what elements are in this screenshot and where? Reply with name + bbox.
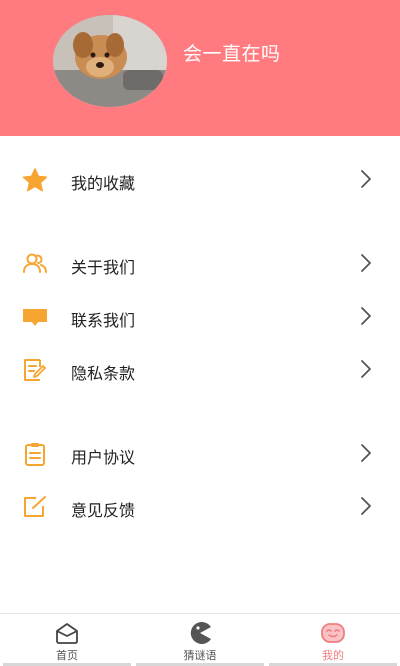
- profile-header: 会一直在吗: [0, 0, 400, 136]
- tab-home[interactable]: 首页: [3, 614, 131, 666]
- menu-item-label: 关于我们: [71, 258, 136, 277]
- message-icon: [22, 305, 48, 329]
- tab-label: 猜谜语: [183, 649, 217, 662]
- chevron-right-icon: [358, 495, 374, 517]
- smiley-icon: [320, 621, 346, 645]
- menu-item-favorites[interactable]: 我的收藏: [0, 160, 400, 200]
- document-edit-icon: [22, 358, 48, 382]
- clipboard-icon: [22, 442, 48, 466]
- chevron-right-icon: [358, 442, 374, 464]
- menu-item-about[interactable]: 关于我们: [0, 244, 400, 284]
- menu-item-label: 隐私条款: [71, 364, 136, 383]
- menu-item-privacy[interactable]: 隐私条款: [0, 350, 400, 390]
- tab-mine[interactable]: 我的: [269, 614, 397, 666]
- chevron-right-icon: [358, 305, 374, 327]
- pacman-icon: [187, 621, 213, 645]
- menu-item-label: 我的收藏: [71, 174, 136, 193]
- chevron-right-icon: [358, 168, 374, 190]
- menu-item-user-agreement[interactable]: 用户协议: [0, 434, 400, 474]
- profile-page: 会一直在吗 我的收藏 关于我们 联系我们 隐私条款 用户协议 意见反馈 首页 猜…: [0, 0, 400, 666]
- home-icon: [54, 621, 80, 645]
- users-icon: [22, 252, 48, 276]
- menu-item-label: 用户协议: [71, 448, 136, 467]
- menu-item-label: 意见反馈: [71, 501, 136, 520]
- bottom-tab-bar: 首页 猜谜语 我的: [0, 613, 400, 666]
- username: 会一直在吗: [183, 43, 281, 65]
- menu-item-label: 联系我们: [71, 311, 136, 330]
- avatar[interactable]: [53, 15, 167, 107]
- tab-label: 我的: [322, 649, 344, 662]
- chevron-right-icon: [358, 252, 374, 274]
- chevron-right-icon: [358, 358, 374, 380]
- tab-riddles[interactable]: 猜谜语: [136, 614, 264, 666]
- feedback-edit-icon: [22, 495, 48, 519]
- menu-item-feedback[interactable]: 意见反馈: [0, 487, 400, 527]
- tab-label: 首页: [56, 649, 78, 662]
- menu-item-contact[interactable]: 联系我们: [0, 297, 400, 337]
- avatar-dog-photo: [53, 15, 167, 107]
- star-icon: [22, 168, 48, 192]
